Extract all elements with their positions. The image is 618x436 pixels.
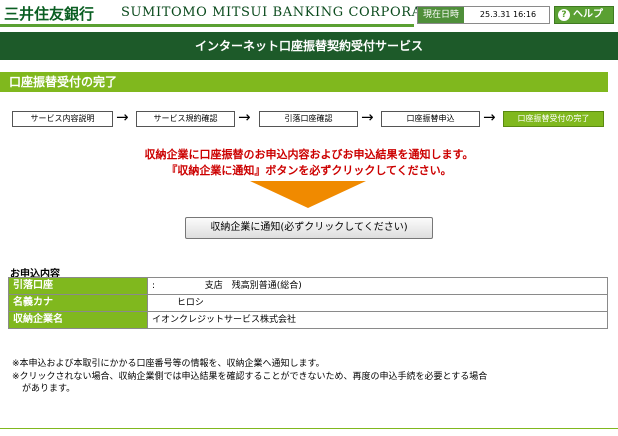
step-arrow-icon: → bbox=[238, 108, 251, 126]
step-terms-confirmation: サービス規約確認 bbox=[136, 111, 235, 127]
help-icon: ? bbox=[558, 9, 570, 21]
debit-account-prefix: : bbox=[152, 281, 156, 291]
debit-account-label: 引落口座 bbox=[8, 277, 148, 295]
note-1: ※本申込および本取引にかかる口座番号等の情報を、収納企業へ通知します。 bbox=[12, 359, 325, 369]
section-title: 口座振替受付の完了 bbox=[9, 75, 118, 89]
step-arrow-icon: → bbox=[116, 108, 129, 126]
datetime-label: 現在日時 bbox=[418, 7, 464, 23]
name-kana-text: ヒロシ bbox=[176, 298, 204, 308]
header-divider bbox=[0, 24, 414, 27]
name-kana-label: 名義カナ bbox=[8, 294, 148, 312]
help-button[interactable]: ? ヘルプ bbox=[554, 6, 614, 24]
step-completion-current: 口座振替受付の完了 bbox=[503, 111, 604, 127]
company-name-label: 収納企業名 bbox=[8, 311, 148, 329]
application-details-table: 引落口座 : 支店 残高別普通(総合) 名義カナ ヒロシ 収納企業名 イオンクレ… bbox=[8, 277, 608, 329]
footer-divider bbox=[0, 428, 618, 429]
note-2-continued: があります。 bbox=[22, 384, 76, 394]
masked-field bbox=[157, 280, 202, 291]
notice-line-2: 『収納企業に通知』ボタンを必ずクリックしてください。 bbox=[166, 164, 452, 177]
bank-logo-japanese: 三井住友銀行 bbox=[4, 5, 95, 23]
notify-company-button[interactable]: 収納企業に通知(必ずクリックしてください) bbox=[185, 217, 433, 239]
debit-account-text: 支店 残高別普通(総合) bbox=[204, 281, 302, 291]
page-title: インターネット口座振替契約受付サービス bbox=[0, 32, 618, 60]
debit-account-value: : 支店 残高別普通(総合) bbox=[147, 277, 608, 295]
help-label: ヘルプ bbox=[573, 9, 603, 20]
section-header: 口座振替受付の完了 bbox=[0, 72, 608, 92]
step-service-description: サービス内容説明 bbox=[12, 111, 113, 127]
table-row: 収納企業名 イオンクレジットサービス株式会社 bbox=[8, 311, 608, 329]
down-arrow-icon bbox=[250, 181, 366, 208]
step-arrow-icon: → bbox=[361, 108, 374, 126]
note-2: ※クリックされない場合、収納企業側では申込結果を確認することができないため、再度… bbox=[12, 372, 488, 382]
name-kana-value: ヒロシ bbox=[147, 294, 608, 312]
table-row: 引落口座 : 支店 残高別普通(総合) bbox=[8, 277, 608, 295]
step-debit-account-confirmation: 引落口座確認 bbox=[259, 111, 358, 127]
current-datetime-box: 現在日時 25.3.31 16:16 bbox=[417, 6, 550, 24]
datetime-value: 25.3.31 16:16 bbox=[479, 10, 537, 19]
company-name-value: イオンクレジットサービス株式会社 bbox=[147, 311, 608, 329]
step-arrow-icon: → bbox=[483, 108, 496, 126]
step-direct-debit-application: 口座振替申込 bbox=[381, 111, 480, 127]
bank-logo-english: SUMITOMO MITSUI BANKING CORPORATION bbox=[121, 5, 460, 20]
table-row: 名義カナ ヒロシ bbox=[8, 294, 608, 312]
masked-field bbox=[152, 297, 174, 308]
notice-line-1: 収納企業に口座振替のお申込内容およびお申込結果を通知します。 bbox=[144, 148, 474, 161]
